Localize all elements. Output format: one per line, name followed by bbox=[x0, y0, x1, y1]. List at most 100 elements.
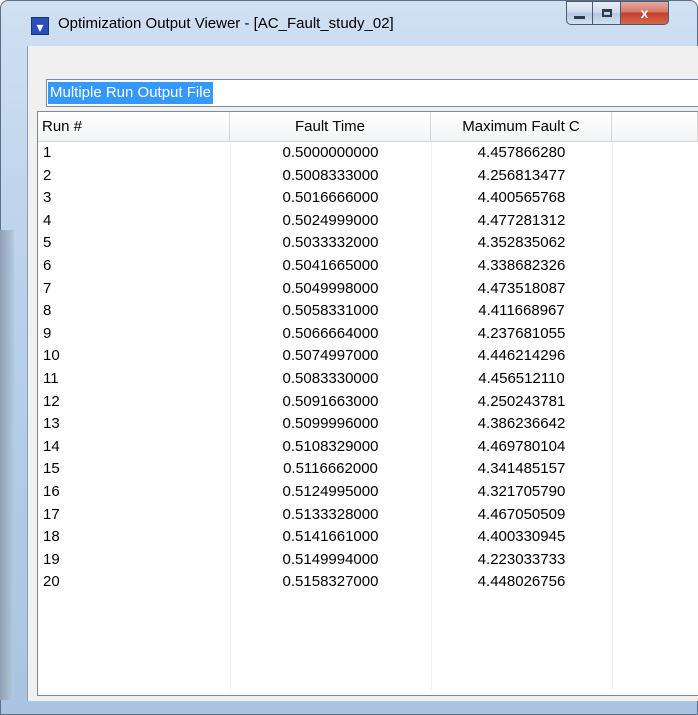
max-fault-current-cell: 4.400565768 bbox=[477, 189, 566, 207]
fault-time-cell: 0.5000000000 bbox=[282, 144, 379, 161]
max-fault-current-cell: 4.321705790 bbox=[477, 482, 566, 500]
table-row[interactable]: 8 0.5058331000 4.411668967 bbox=[38, 300, 698, 323]
table-row[interactable]: 2 0.5008333000 4.256813477 bbox=[38, 165, 698, 188]
fault-time-cell: 0.5091663000 bbox=[282, 392, 379, 410]
run-number-cell: 5 bbox=[43, 234, 52, 252]
maximize-button[interactable] bbox=[593, 1, 621, 25]
fault-time-cell: 0.5083330000 bbox=[282, 369, 379, 387]
table-row[interactable]: 14 0.5108329000 4.469780104 bbox=[38, 436, 698, 459]
output-file-label: Multiple Run Output File bbox=[48, 82, 213, 104]
run-number-cell: 15 bbox=[43, 460, 60, 478]
run-number-cell: 20 bbox=[43, 573, 60, 591]
run-number-cell: 9 bbox=[43, 324, 52, 342]
run-number-cell: 10 bbox=[43, 347, 60, 365]
table-row[interactable]: 12 0.5091663000 4.250243781 bbox=[38, 391, 698, 414]
max-fault-current-cell: 4.338682326 bbox=[477, 256, 566, 274]
fault-time-cell: 0.5041665000 bbox=[282, 256, 379, 274]
run-number-cell: 11 bbox=[43, 369, 59, 387]
fault-time-cell: 0.5066664000 bbox=[282, 324, 379, 342]
table-row[interactable]: 17 0.5133328000 4.467050509 bbox=[38, 504, 698, 527]
column-header-fault-time[interactable]: Fault Time bbox=[230, 112, 431, 141]
run-number-cell: 2 bbox=[43, 166, 52, 184]
minimize-icon bbox=[574, 15, 585, 19]
max-fault-current-cell: 4.256813477 bbox=[477, 166, 566, 184]
fault-time-cell: 0.5116662000 bbox=[283, 460, 378, 478]
max-fault-current-cell: 4.477281312 bbox=[477, 211, 566, 229]
run-number-cell: 6 bbox=[43, 256, 52, 274]
table-row[interactable]: 1 0.5000000000 4.457866280 bbox=[38, 142, 698, 165]
close-icon: x bbox=[640, 5, 649, 21]
max-fault-current-cell: 4.400330945 bbox=[477, 528, 566, 546]
fault-time-cell: 0.5049998000 bbox=[282, 279, 379, 297]
table-row[interactable]: 5 0.5033332000 4.352835062 bbox=[38, 232, 698, 255]
max-fault-current-cell: 4.473518087 bbox=[477, 279, 566, 297]
max-fault-current-cell: 4.448026756 bbox=[477, 573, 566, 591]
run-number-cell: 18 bbox=[43, 528, 60, 546]
fault-time-cell: 0.5108329000 bbox=[282, 437, 379, 455]
close-button[interactable]: x bbox=[621, 1, 669, 25]
max-fault-current-cell: 4.250243781 bbox=[477, 392, 566, 410]
table-row[interactable]: 10 0.5074997000 4.446214296 bbox=[38, 345, 698, 368]
table-row[interactable]: 19 0.5149994000 4.223033733 bbox=[38, 549, 698, 572]
fault-time-cell: 0.5133328000 bbox=[282, 505, 379, 523]
output-file-field[interactable]: Multiple Run Output File bbox=[46, 79, 698, 107]
fault-time-cell: 0.5099996000 bbox=[282, 415, 379, 433]
run-number-cell: 17 bbox=[43, 505, 60, 523]
window-title: Optimization Output Viewer - [AC_Fault_s… bbox=[58, 15, 394, 32]
fault-time-cell: 0.5033332000 bbox=[282, 234, 379, 252]
max-fault-current-cell: 4.456512110 bbox=[478, 369, 565, 387]
table-row[interactable]: 6 0.5041665000 4.338682326 bbox=[38, 255, 698, 278]
maximize-icon bbox=[601, 9, 612, 17]
max-fault-current-cell: 4.446214296 bbox=[477, 347, 566, 365]
run-number-cell: 4 bbox=[43, 211, 52, 229]
run-number-cell: 1 bbox=[43, 144, 52, 161]
table-row[interactable]: 4 0.5024999000 4.477281312 bbox=[38, 210, 698, 233]
fault-time-cell: 0.5016666000 bbox=[282, 189, 379, 207]
run-number-cell: 7 bbox=[43, 279, 52, 297]
table-body: 1 0.5000000000 4.457866280 2 0.5008333000 4.… bbox=[38, 142, 698, 594]
run-number-cell: 12 bbox=[43, 392, 60, 410]
column-header-max-fault-current[interactable]: Maximum Fault C bbox=[431, 112, 612, 141]
max-fault-current-cell: 4.223033733 bbox=[477, 550, 566, 568]
max-fault-current-cell: 4.237681055 bbox=[477, 324, 566, 342]
run-number-cell: 14 bbox=[43, 437, 60, 455]
max-fault-current-cell: 4.411668967 bbox=[478, 302, 565, 320]
title-bar[interactable]: ▾ Optimization Output Viewer - [AC_Fault… bbox=[0, 0, 698, 44]
client-area: Multiple Run Output File Run # Fault Tim… bbox=[27, 46, 698, 701]
fault-time-cell: 0.5008333000 bbox=[282, 166, 379, 184]
column-header-empty[interactable] bbox=[612, 112, 698, 141]
column-header-run[interactable]: Run # bbox=[38, 112, 230, 141]
window-controls: x bbox=[566, 1, 669, 29]
max-fault-current-cell: 4.467050509 bbox=[477, 505, 566, 523]
run-number-cell: 13 bbox=[43, 415, 60, 433]
run-number-cell: 8 bbox=[43, 302, 52, 320]
max-fault-current-cell: 4.386236642 bbox=[477, 415, 566, 433]
fault-time-cell: 0.5141661000 bbox=[282, 528, 379, 546]
table-row[interactable]: 13 0.5099996000 4.386236642 bbox=[38, 413, 698, 436]
fault-time-cell: 0.5158327000 bbox=[282, 573, 379, 591]
run-number-cell: 3 bbox=[43, 189, 52, 207]
fault-time-cell: 0.5074997000 bbox=[282, 347, 379, 365]
max-fault-current-cell: 4.469780104 bbox=[477, 437, 566, 455]
run-number-cell: 16 bbox=[43, 482, 60, 500]
table-row[interactable]: 16 0.5124995000 4.321705790 bbox=[38, 481, 698, 504]
max-fault-current-cell: 4.457866280 bbox=[477, 144, 566, 161]
app-icon[interactable]: ▾ bbox=[31, 17, 49, 35]
table-row[interactable]: 11 0.5083330000 4.456512110 bbox=[38, 368, 698, 391]
run-number-cell: 19 bbox=[43, 550, 60, 568]
table-header: Run # Fault Time Maximum Fault C bbox=[38, 112, 698, 142]
fault-time-cell: 0.5024999000 bbox=[282, 211, 379, 229]
fault-time-cell: 0.5058331000 bbox=[282, 302, 379, 320]
table-row[interactable]: 20 0.5158327000 4.448026756 bbox=[38, 571, 698, 594]
fault-time-cell: 0.5124995000 bbox=[282, 482, 379, 500]
fault-time-cell: 0.5149994000 bbox=[282, 550, 379, 568]
table-row[interactable]: 15 0.5116662000 4.341485157 bbox=[38, 458, 698, 481]
table-row[interactable]: 9 0.5066664000 4.237681055 bbox=[38, 323, 698, 346]
window-shadow bbox=[0, 230, 14, 700]
max-fault-current-cell: 4.352835062 bbox=[477, 234, 566, 252]
table-row[interactable]: 18 0.5141661000 4.400330945 bbox=[38, 526, 698, 549]
minimize-button[interactable] bbox=[566, 1, 593, 25]
table-row[interactable]: 3 0.5016666000 4.400565768 bbox=[38, 187, 698, 210]
results-table[interactable]: Run # Fault Time Maximum Fault C 1 0.5000… bbox=[37, 111, 698, 696]
table-row[interactable]: 7 0.5049998000 4.473518087 bbox=[38, 278, 698, 301]
